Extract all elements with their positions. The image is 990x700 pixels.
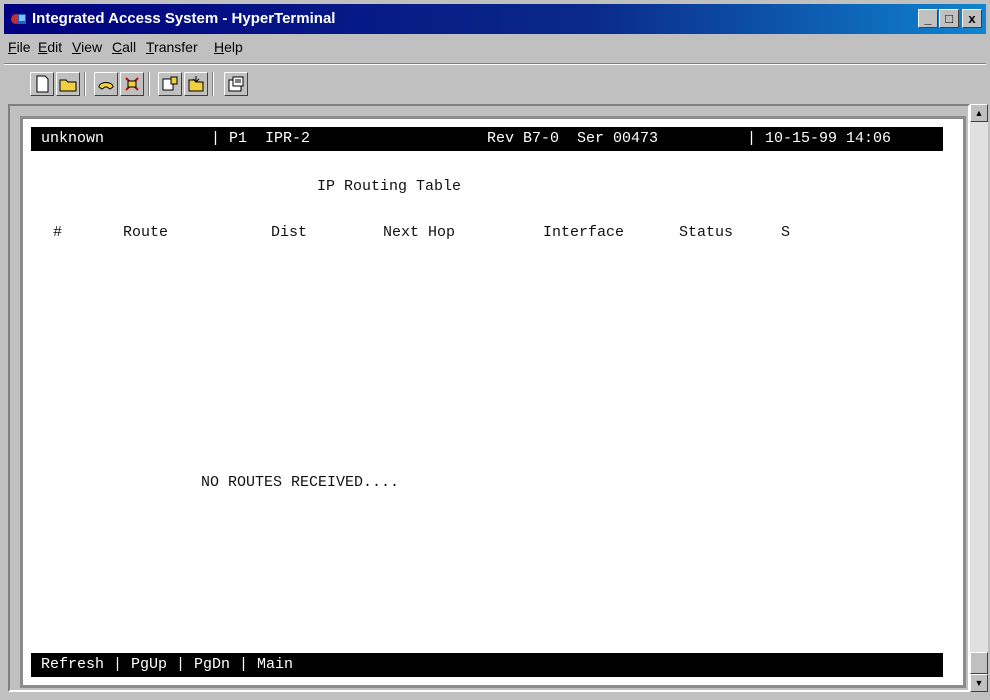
menu-file[interactable]: File (8, 39, 31, 55)
send-button[interactable] (158, 72, 182, 96)
host-name: unknown (41, 130, 105, 147)
receive-icon (188, 76, 204, 92)
properties-button[interactable] (224, 72, 248, 96)
title-bar[interactable]: Integrated Access System - HyperTerminal… (4, 4, 986, 34)
scroll-up-button[interactable]: ▲ (970, 104, 988, 122)
column-header-status: Status (679, 224, 734, 241)
disconnect-button[interactable] (120, 72, 144, 96)
datetime-label: | 10-15-99 14:06 (747, 130, 892, 147)
vertical-scrollbar[interactable]: ▲ ▼ (970, 104, 988, 692)
terminal-frame: unknown | P1 IPR-2 Rev B7-0 Ser 00473 | … (20, 116, 966, 688)
menu-transfer[interactable]: Transfer (146, 39, 198, 55)
connect-button[interactable] (94, 72, 118, 96)
column-header-interface: Interface (543, 224, 625, 241)
arrow-up-icon: ▲ (974, 108, 984, 118)
hyperterminal-icon (11, 14, 26, 24)
column-header-dist: Dist (271, 224, 308, 241)
command-options: Refresh | PgUp | PgDn | Main (41, 656, 294, 673)
maximize-icon: □ (945, 11, 953, 26)
receive-button[interactable] (184, 72, 208, 96)
scroll-down-button[interactable]: ▼ (970, 674, 988, 692)
toolbar-divider (212, 72, 214, 96)
menu-bar: File Edit View Call Transfer Help (4, 36, 986, 60)
port-label: | P1 IPR-2 (211, 130, 311, 147)
hyperterminal-window: Integrated Access System - HyperTerminal… (0, 0, 990, 700)
toolbar-divider (84, 72, 86, 96)
send-icon (162, 76, 178, 91)
maximize-button[interactable]: □ (939, 9, 959, 28)
column-header-route: Route (123, 224, 169, 241)
open-button[interactable] (56, 72, 80, 96)
arrow-down-icon: ▼ (974, 678, 984, 688)
revision-label: Rev B7-0 Ser 00473 (487, 130, 659, 147)
minimize-icon: _ (924, 11, 932, 26)
window-title: Integrated Access System - HyperTerminal (32, 10, 336, 27)
column-header-next-hop: Next Hop (383, 224, 456, 241)
column-header-number: # (53, 224, 63, 241)
terminal-header-bar: unknown | P1 IPR-2 Rev B7-0 Ser 00473 | … (31, 127, 943, 151)
menu-edit[interactable]: Edit (38, 39, 62, 55)
connect-icon (98, 82, 114, 90)
column-header-s: S (781, 224, 791, 241)
new-icon (36, 75, 49, 93)
toolbar-divider (148, 72, 150, 96)
no-routes-message: NO ROUTES RECEIVED.... (201, 474, 400, 491)
disconnect-icon (125, 77, 139, 91)
toolbar (4, 66, 986, 102)
menu-help[interactable]: Help (214, 39, 243, 55)
close-button[interactable]: x (962, 9, 982, 28)
minimize-button[interactable]: _ (918, 9, 938, 28)
toolbar-separator (4, 63, 986, 65)
open-icon (59, 79, 77, 92)
new-button[interactable] (30, 72, 54, 96)
properties-icon (228, 76, 244, 92)
terminal-screen[interactable]: unknown | P1 IPR-2 Rev B7-0 Ser 00473 | … (31, 127, 943, 677)
menu-call[interactable]: Call (112, 39, 136, 55)
screen-title: IP Routing Table (317, 178, 462, 195)
close-icon: x (968, 11, 976, 26)
terminal-command-bar: Refresh | PgUp | PgDn | Main (31, 653, 943, 677)
menu-view[interactable]: View (72, 39, 102, 55)
scroll-thumb[interactable] (970, 652, 988, 674)
